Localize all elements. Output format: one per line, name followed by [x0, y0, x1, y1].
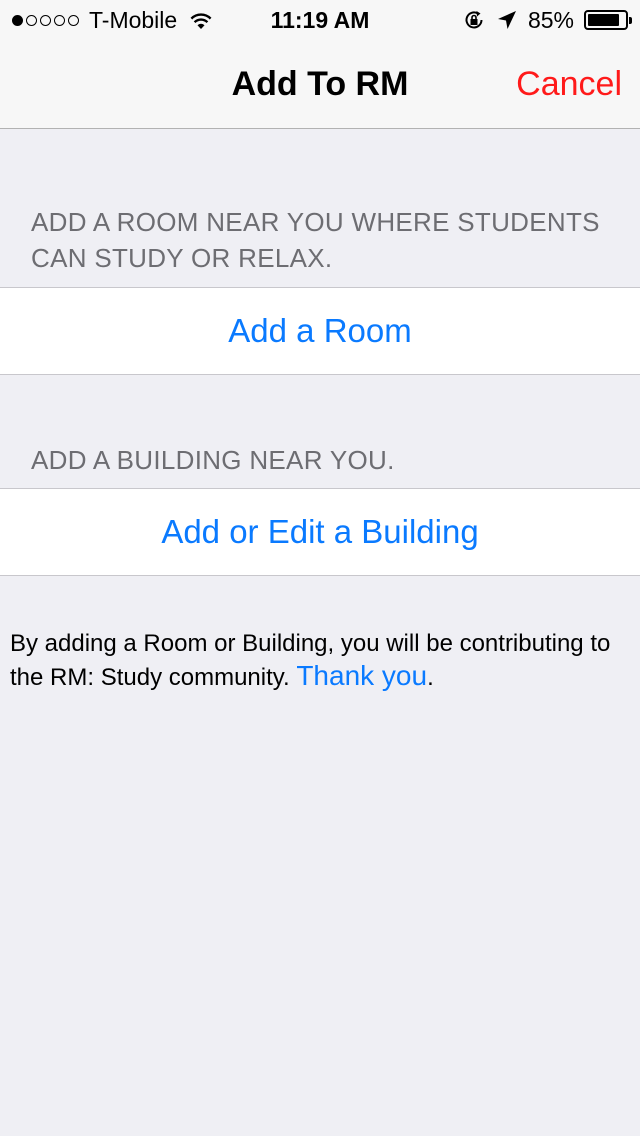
location-arrow-icon [497, 11, 516, 29]
orientation-lock-icon [465, 11, 483, 29]
battery-icon [584, 10, 632, 30]
building-section-header: ADD A BUILDING NEAR YOU. [31, 445, 395, 475]
thank-you-link[interactable]: Thank you [296, 660, 427, 691]
footer-period: . [427, 664, 434, 691]
footer-note: By adding a Room or Building, you will b… [10, 628, 630, 694]
navigation-bar: Add To RM Cancel [0, 40, 640, 129]
status-bar: T-Mobile 11:19 AM 85% [0, 0, 640, 40]
room-section-header: ADD A ROOM NEAR YOU WHERE STUDENTS CAN S… [31, 207, 600, 273]
add-room-button[interactable]: Add a Room [0, 287, 640, 375]
add-edit-building-button[interactable]: Add or Edit a Building [0, 488, 640, 576]
status-right: 85% [462, 6, 632, 34]
battery-percent: 85% [527, 6, 574, 33]
cancel-button[interactable]: Cancel [516, 40, 622, 128]
